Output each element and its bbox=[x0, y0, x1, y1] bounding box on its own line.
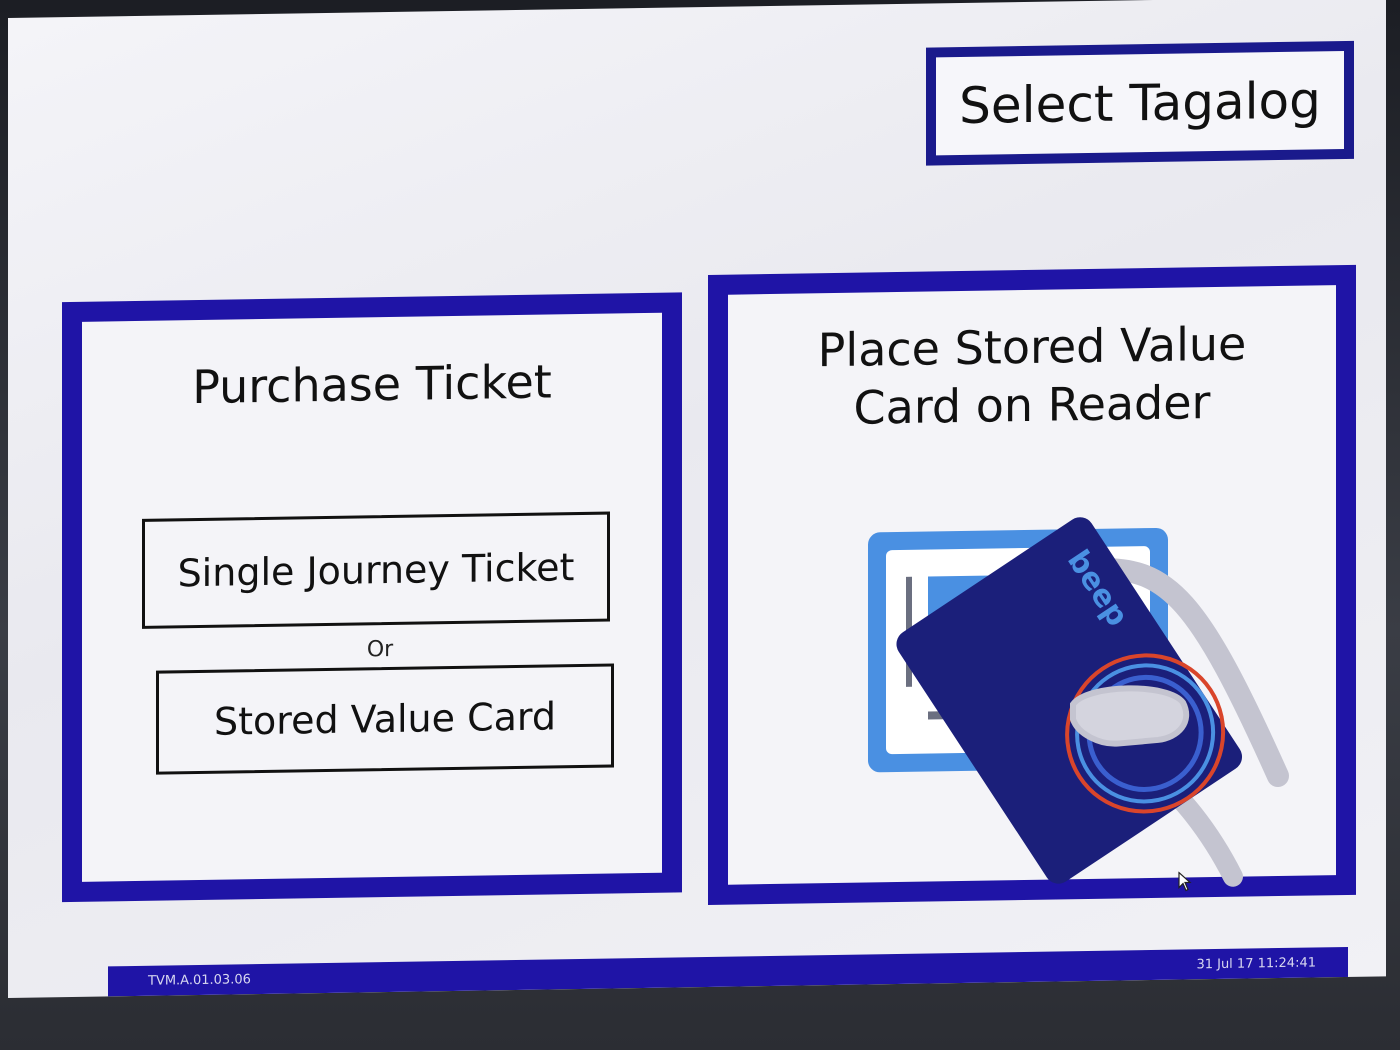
place-card-title-line1: Place Stored Value bbox=[817, 316, 1247, 378]
purchase-ticket-title: Purchase Ticket bbox=[192, 354, 552, 415]
place-card-title-line2: Card on Reader bbox=[853, 375, 1211, 435]
stored-value-card-button[interactable]: Stored Value Card bbox=[156, 663, 614, 775]
date-time: 31 Jul 17 11:24:41 bbox=[1196, 954, 1316, 972]
thumb-icon bbox=[1070, 685, 1190, 747]
or-separator: Or bbox=[366, 636, 394, 663]
place-card-panel[interactable]: Place Stored Value Card on Reader beep bbox=[708, 264, 1356, 906]
single-journey-ticket-button[interactable]: Single Journey Ticket bbox=[142, 511, 610, 629]
card-reader-illustration: beep bbox=[868, 517, 1289, 887]
mouse-pointer-icon bbox=[1178, 871, 1192, 892]
place-card-title: Place Stored Value Card on Reader bbox=[728, 313, 1336, 439]
select-tagalog-button[interactable]: Select Tagalog bbox=[926, 40, 1354, 166]
purchase-ticket-panel: Purchase Ticket Single Journey Ticket Or… bbox=[62, 292, 682, 903]
software-version: TVM.A.01.03.06 bbox=[148, 971, 251, 989]
kiosk-screen: Select Tagalog Purchase Ticket Single Jo… bbox=[8, 0, 1386, 998]
